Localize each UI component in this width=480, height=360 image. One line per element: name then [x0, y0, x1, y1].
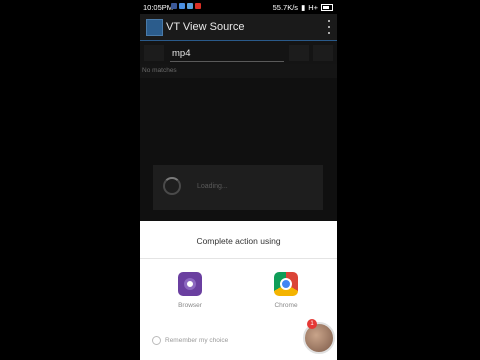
network-type: H+ [308, 3, 318, 12]
loading-dialog: Loading... [153, 165, 323, 210]
app-icon [187, 3, 193, 9]
messenger-icon [179, 3, 185, 9]
search-back-button[interactable] [144, 45, 164, 61]
divider [140, 258, 337, 259]
chooser-option-chrome[interactable]: Chrome [256, 272, 316, 309]
network-speed: 55.7K/s [272, 3, 299, 12]
search-input[interactable] [170, 45, 284, 62]
gmail-icon [195, 3, 201, 9]
signal-icon: ▮ [301, 3, 306, 12]
browser-icon [178, 272, 202, 296]
notification-badge: 1 [307, 319, 317, 329]
facebook-icon [171, 3, 177, 9]
search-next-button[interactable] [313, 45, 333, 61]
remember-label: Remember my choice [165, 337, 229, 344]
battery-icon [321, 4, 333, 11]
phone-screen: 10:05PM 55.7K/s ▮ H+ VT View Source No m… [140, 0, 337, 360]
remember-choice-checkbox[interactable]: Remember my choice [152, 336, 228, 345]
no-matches-text: No matches [142, 67, 177, 74]
search-prev-button[interactable] [289, 45, 309, 61]
chrome-icon [274, 272, 298, 296]
search-bar [140, 41, 337, 65]
status-time: 10:05PM [143, 3, 174, 12]
radio-circle-icon [152, 336, 161, 345]
chooser-option-browser[interactable]: Browser [160, 272, 220, 309]
option-label: Chrome [274, 302, 298, 309]
app-logo-icon [146, 19, 163, 36]
status-right: 55.7K/s ▮ H+ [273, 3, 333, 12]
chooser-title: Complete action using [196, 236, 281, 246]
action-bar: VT View Source [140, 14, 337, 41]
loading-text: Loading... [197, 183, 228, 190]
option-label: Browser [178, 302, 202, 309]
loading-spinner-icon [163, 177, 181, 195]
app-title: VT View Source [166, 21, 245, 33]
overflow-menu-icon[interactable] [327, 20, 331, 34]
notification-icons [171, 3, 201, 9]
status-bar: 10:05PM 55.7K/s ▮ H+ [140, 0, 337, 14]
